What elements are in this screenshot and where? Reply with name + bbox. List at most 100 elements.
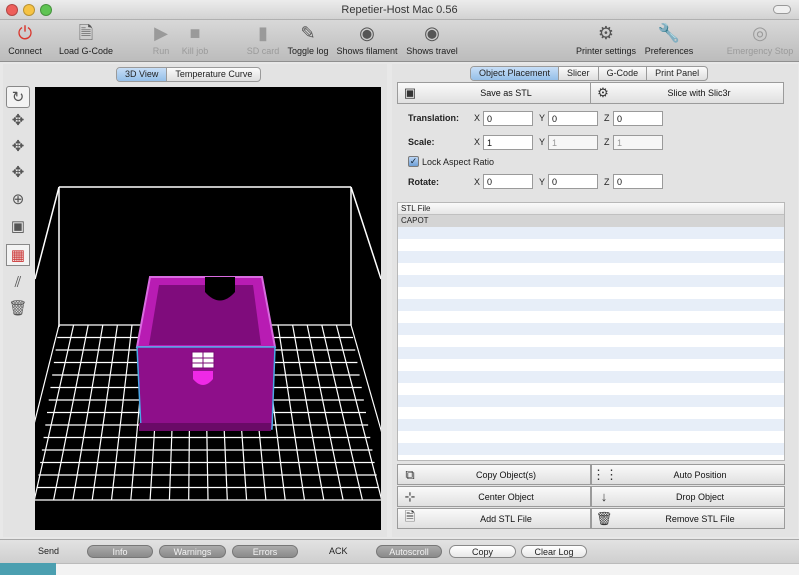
center-icon: ⊹: [404, 488, 416, 504]
tab-g-code[interactable]: G-Code: [599, 67, 648, 80]
lock-aspect-ratio-checkbox[interactable]: ✓: [408, 156, 419, 167]
empty-row: [398, 371, 784, 383]
empty-row: [398, 407, 784, 419]
remove-stl-file-button[interactable]: 🗑 Remove STL File: [591, 508, 785, 529]
translation-x-input[interactable]: [483, 111, 533, 126]
preferences-button[interactable]: 🔧 Preferences: [643, 20, 695, 62]
drop-object-button[interactable]: ↓ Drop Object: [591, 486, 785, 507]
empty-row: [398, 251, 784, 263]
scale-y-label: Y: [539, 137, 546, 147]
sd-card-button[interactable]: ▮ SD card: [244, 20, 282, 62]
stop-icon: ■: [189, 23, 201, 43]
shows-travel-button[interactable]: ◉ Shows travel: [404, 20, 460, 62]
load-g-code-button[interactable]: 🗎 Load G-Code: [56, 20, 116, 62]
add-file-icon: 🗎: [404, 508, 416, 524]
view-box-icon[interactable]: ▣: [6, 216, 30, 238]
run-button[interactable]: ▶ Run: [146, 20, 176, 62]
empty-row: [398, 323, 784, 335]
button-label: Copy Object(s): [475, 469, 537, 480]
camera-move-icon[interactable]: ✥: [6, 110, 30, 132]
move-icon[interactable]: ✥: [6, 136, 30, 158]
copy-log-button[interactable]: Copy: [449, 545, 516, 558]
title-bar: Repetier-Host Mac 0.56: [0, 0, 799, 20]
lock-aspect-ratio-label: Lock Aspect Ratio: [422, 157, 495, 167]
toolbar-toggle-button[interactable]: [773, 5, 791, 14]
center-object-button[interactable]: ⊹ Center Object: [397, 486, 591, 507]
autoscroll-toggle[interactable]: Autoscroll: [376, 545, 442, 558]
stl-file-list[interactable]: STL File CAPOT: [397, 202, 785, 461]
clear-log-button[interactable]: Clear Log: [521, 545, 587, 558]
zoom-window-button[interactable]: [40, 4, 52, 16]
tab-slicer[interactable]: Slicer: [559, 67, 599, 80]
empty-row: [398, 431, 784, 443]
close-window-button[interactable]: [6, 4, 18, 16]
sd-card-icon: ▮: [258, 23, 268, 43]
wrench-icon: 🔧: [657, 23, 681, 43]
move-object-icon[interactable]: ✥: [6, 162, 30, 184]
minimize-window-button[interactable]: [23, 4, 35, 16]
button-label: Add STL File: [480, 513, 532, 524]
translation-label: Translation:: [408, 113, 460, 123]
add-stl-file-button[interactable]: 🗎 Add STL File: [397, 508, 591, 529]
frame-edge: [34, 186, 60, 280]
empty-row: [398, 311, 784, 323]
tab-print-panel[interactable]: Print Panel: [647, 67, 707, 80]
empty-row: [398, 443, 784, 455]
toolbar-label: Printer settings: [575, 46, 637, 56]
save-as-stl-button[interactable]: ▣ Save as STL: [397, 82, 591, 104]
empty-row: [398, 347, 784, 359]
status-bar: [0, 563, 799, 575]
rotate-x-input[interactable]: [483, 174, 533, 189]
3d-viewport[interactable]: [14, 87, 402, 530]
rotate-y-input[interactable]: [548, 174, 598, 189]
main-toolbar: ⏻ Connect 🗎 Load G-Code ▶ Run ■ Kill job ▮ SD car…: [0, 20, 799, 62]
power-icon: ⏻: [17, 23, 33, 43]
tab-3d-view[interactable]: 3D View: [117, 68, 168, 81]
rotate-z-input[interactable]: [613, 174, 663, 189]
progress-indicator: [0, 563, 56, 575]
kill-job-button[interactable]: ■ Kill job: [178, 20, 212, 62]
shows-filament-button[interactable]: ◉ Shows filament: [334, 20, 400, 62]
empty-row: [398, 395, 784, 407]
zoom-icon[interactable]: ⊕: [6, 189, 30, 211]
empty-row: [398, 239, 784, 251]
stl-file-column-header[interactable]: STL File: [398, 203, 784, 215]
translation-z-input[interactable]: [613, 111, 663, 126]
log-bar: Send Info Warnings Errors ACK Autoscroll…: [0, 539, 799, 563]
scale-x-input[interactable]: [483, 135, 533, 150]
emergency-stop-button[interactable]: ◎ Emergency Stop: [724, 20, 796, 62]
tab-temperature-curve[interactable]: Temperature Curve: [167, 68, 260, 81]
toggle-log-button[interactable]: ✎ Toggle log: [283, 20, 333, 62]
warnings-toggle[interactable]: Warnings: [159, 545, 226, 558]
trash-icon: 🗑: [595, 510, 613, 526]
info-toggle[interactable]: Info: [87, 545, 153, 558]
toolbar-label: Shows filament: [336, 46, 398, 56]
model-capot[interactable]: [135, 276, 277, 431]
empty-row: [398, 227, 784, 239]
gears-icon: ⚙: [597, 23, 615, 43]
rotate-label: Rotate:: [408, 177, 439, 187]
parallel-lines-icon[interactable]: ⫽: [6, 272, 30, 294]
toolbar-label: Emergency Stop: [726, 46, 794, 56]
send-label: Send: [38, 546, 60, 556]
copy-object-s-button[interactable]: ⧉ Copy Object(s): [397, 464, 591, 485]
connect-button[interactable]: ⏻ Connect: [4, 20, 46, 62]
tab-object-placement[interactable]: Object Placement: [471, 67, 560, 80]
copy-icon: ⧉: [405, 466, 415, 482]
toolbar-label: Connect: [8, 46, 42, 56]
arrow-down-icon: ↓: [600, 489, 608, 504]
printer-settings-button[interactable]: ⚙ Printer settings: [571, 20, 641, 62]
translation-x-label: X: [474, 113, 481, 123]
reset-view-icon[interactable]: ↻: [6, 86, 30, 108]
toolbar-label: Toggle log: [287, 46, 329, 56]
trash-icon[interactable]: 🗑: [6, 298, 30, 320]
grid-icon[interactable]: ▦: [6, 244, 30, 266]
errors-toggle[interactable]: Errors: [232, 545, 298, 558]
rotate-z-label: Z: [604, 177, 610, 187]
translation-y-input[interactable]: [548, 111, 598, 126]
auto-position-button[interactable]: ⋮⋮ Auto Position: [591, 464, 785, 485]
list-item[interactable]: CAPOT: [398, 215, 784, 227]
slice-with-slic3r-button[interactable]: ⚙ Slice with Slic3r: [590, 82, 784, 104]
translation-z-label: Z: [604, 113, 610, 123]
gear-icon: ⚙: [597, 85, 609, 100]
